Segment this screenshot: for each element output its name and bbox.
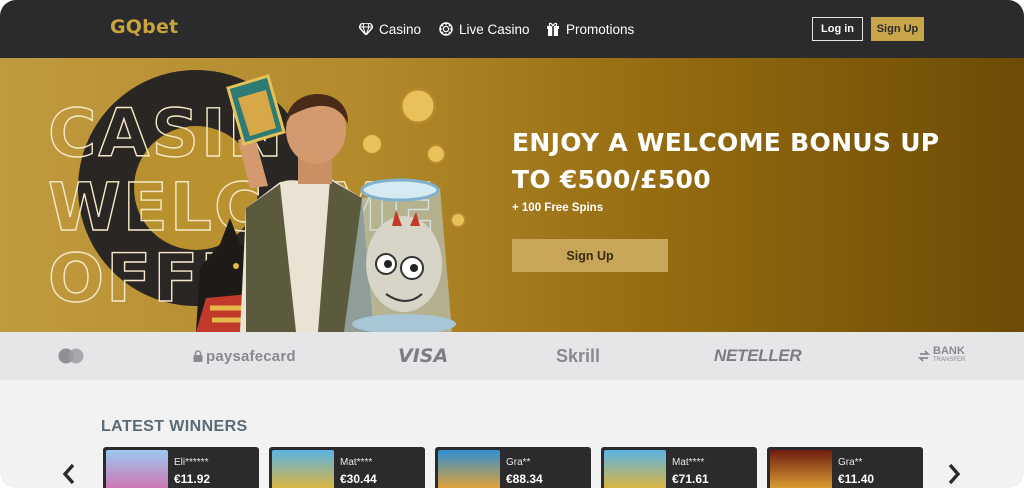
header-signup-button[interactable]: Sign Up	[871, 17, 924, 41]
payment-bank-label: BANK	[933, 345, 965, 357]
payment-transfer-label: TRANSFER	[933, 357, 966, 363]
nav-live-casino[interactable]: Live Casino	[439, 0, 530, 58]
winner-card[interactable]: Gra** €11.40	[767, 447, 923, 488]
winner-amount: €30.44	[340, 472, 377, 486]
page: GQbet Casino Live Casino Promotions Log …	[0, 0, 1024, 488]
winner-card[interactable]: Gra** €88.34	[435, 447, 591, 488]
winner-name: Eli******	[174, 457, 209, 468]
lock-icon	[193, 350, 203, 362]
payment-paysafecard: paysafecard	[193, 332, 296, 380]
payment-neteller: NETELLER	[714, 346, 802, 365]
nav-casino[interactable]: Casino	[359, 0, 421, 58]
hero-illustration: CASINO WELCOME OFFER	[47, 70, 466, 332]
nav-casino-label: Casino	[379, 21, 422, 37]
winner-amount: €11.40	[838, 472, 875, 486]
nav-promotions[interactable]: Promotions	[546, 0, 634, 58]
payment-visa: VISA	[398, 345, 449, 367]
winner-amount: €11.92	[174, 472, 211, 486]
carousel-prev-icon[interactable]	[62, 463, 76, 485]
winner-name: Mat****	[672, 457, 705, 468]
winner-name: Gra**	[838, 457, 863, 468]
mastercard-icon	[58, 348, 84, 364]
nav-promotions-label: Promotions	[566, 21, 635, 37]
brand-logo[interactable]: GQbet	[110, 16, 178, 38]
winner-card[interactable]: Eli****** €11.92	[103, 447, 259, 488]
game-thumbnail	[770, 450, 832, 488]
game-thumbnail	[272, 450, 334, 488]
hero-signup-button[interactable]: Sign Up	[512, 239, 668, 272]
hero-title: ENJOY A WELCOME BONUS UP TO €500/£500	[512, 128, 940, 194]
winner-name: Mat****	[340, 457, 373, 468]
hero-subtitle: + 100 Free Spins	[512, 202, 604, 214]
hero-banner: CASINO WELCOME OFFER ENJOY A WELCOME BON…	[0, 58, 1024, 332]
payment-bank-transfer: BANK TRANSFER	[918, 332, 965, 380]
game-thumbnail	[604, 450, 666, 488]
carousel-next-icon[interactable]	[947, 463, 961, 485]
latest-winners-title: LATEST WINNERS	[101, 418, 248, 435]
game-thumbnail	[106, 450, 168, 488]
gift-icon	[547, 22, 559, 36]
payment-methods-strip: paysafecard VISA Skrill NETELLER BANK TR…	[0, 332, 1024, 380]
winner-name: Gra**	[506, 457, 531, 468]
payment-skrill: Skrill	[556, 345, 601, 366]
winner-amount: €71.61	[672, 472, 709, 486]
top-header: GQbet Casino Live Casino Promotions Log …	[0, 0, 1024, 58]
login-button[interactable]: Log in	[812, 17, 863, 41]
winner-card[interactable]: Mat**** €71.61	[601, 447, 757, 488]
winner-card[interactable]: Mat**** €30.44	[269, 447, 425, 488]
payment-mastercard	[58, 332, 84, 380]
game-thumbnail	[438, 450, 500, 488]
diamond-icon	[359, 23, 373, 35]
transfer-icon	[918, 350, 930, 362]
chip-icon	[439, 22, 453, 36]
winner-amount: €88.34	[506, 472, 543, 486]
payment-paysafecard-label: paysafecard	[206, 347, 296, 365]
nav-live-casino-label: Live Casino	[459, 21, 530, 37]
